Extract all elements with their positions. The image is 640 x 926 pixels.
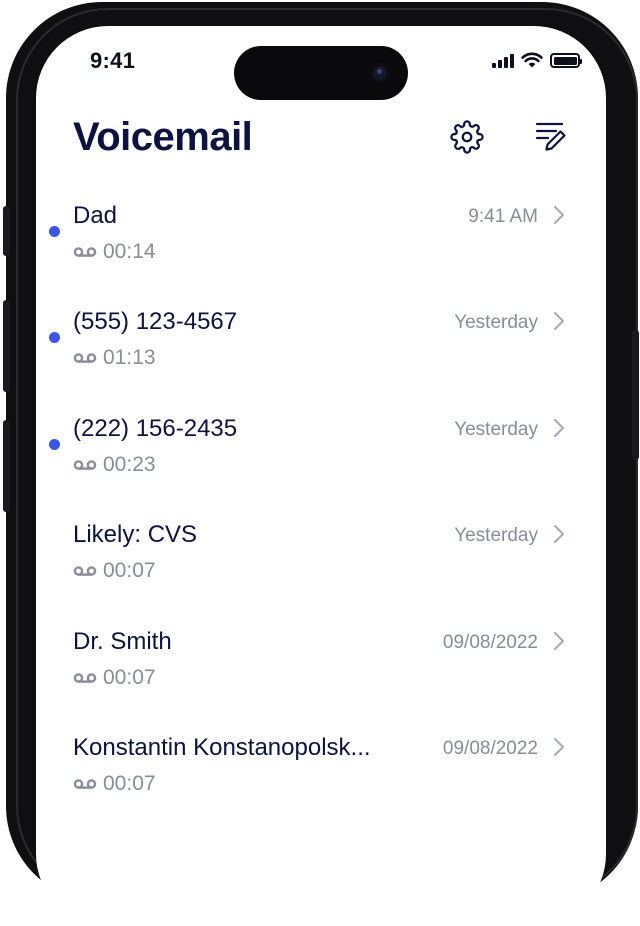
voicemail-duration: 00:07 — [103, 665, 156, 689]
caller-name: Likely: CVS — [73, 521, 198, 549]
voicemail-duration: 00:14 — [103, 240, 156, 263]
voicemail-row[interactable]: Likely: CVS 00:07 Yesterday — [36, 513, 606, 619]
power-button — [632, 330, 639, 460]
voicemail-icon — [73, 672, 97, 683]
voicemail-row[interactable]: Konstantin Konstanopolsk... 00:07 09/08/20… — [36, 726, 606, 832]
gear-icon — [450, 120, 484, 154]
voicemail-date: Yesterday — [454, 312, 538, 334]
voicemail-icon — [73, 247, 97, 257]
voicemail-date: 09/08/2022 — [442, 737, 538, 759]
chevron-right-icon — [554, 312, 564, 331]
chevron-right-icon — [554, 418, 564, 437]
mute-switch — [3, 206, 10, 256]
voicemail-duration: 01:13 — [103, 346, 156, 370]
dynamic-island — [234, 46, 408, 100]
voicemail-meta: 00:14 — [73, 240, 156, 264]
compose-button[interactable] — [534, 120, 568, 154]
voicemail-icon — [73, 459, 97, 470]
voicemail-list: Dad 00:14 9:41 AM (555) 123-4567 01:13 Yester… — [36, 194, 606, 832]
camera-icon — [370, 63, 390, 83]
settings-button[interactable] — [450, 120, 484, 154]
voicemail-date: Yesterday — [454, 525, 538, 547]
caller-name: Dr. Smith — [73, 627, 172, 655]
chevron-right-icon — [554, 206, 564, 224]
voicemail-row[interactable]: Dr. Smith 00:07 09/08/2022 — [36, 620, 606, 726]
voicemail-meta: 00:07 — [73, 559, 156, 583]
voicemail-meta: 00:23 — [73, 453, 156, 477]
caller-name: Konstantin Konstanopolsk... — [73, 733, 371, 761]
cellular-signal-icon — [492, 53, 514, 68]
voicemail-date: 9:41 AM — [468, 206, 538, 227]
voicemail-row[interactable]: (222) 156-2435 00:23 Yesterday — [36, 407, 606, 513]
battery-icon — [550, 53, 582, 68]
volume-down-button — [3, 420, 10, 512]
wifi-icon — [521, 52, 543, 68]
caller-name: (555) 123-4567 — [73, 308, 238, 336]
phone-screen: 9:41 Voicemail Dad 00:14 9:41 AM (555) 123-… — [36, 26, 606, 926]
page-title: Voicemail — [73, 115, 253, 159]
chevron-right-icon — [554, 737, 564, 756]
voicemail-duration: 00:23 — [103, 452, 156, 476]
voicemail-meta: 01:13 — [73, 346, 156, 370]
voicemail-meta: 00:07 — [73, 666, 156, 690]
chevron-right-icon — [554, 631, 564, 650]
status-icons — [492, 52, 582, 68]
unread-indicator — [49, 438, 60, 450]
volume-up-button — [3, 300, 10, 392]
unread-indicator — [49, 226, 60, 237]
voicemail-date: Yesterday — [454, 418, 538, 440]
unread-indicator — [49, 332, 60, 344]
voicemail-icon — [73, 353, 97, 364]
voicemail-duration: 00:07 — [103, 559, 156, 583]
compose-icon — [535, 122, 566, 151]
caller-name: (222) 156-2435 — [73, 414, 238, 442]
voicemail-row[interactable]: Dad 00:14 9:41 AM — [36, 194, 606, 300]
chevron-right-icon — [554, 525, 564, 544]
caller-name: Dad — [73, 202, 118, 229]
voicemail-date: 09/08/2022 — [442, 631, 538, 653]
status-time: 9:41 — [90, 48, 136, 73]
voicemail-row[interactable]: (555) 123-4567 01:13 Yesterday — [36, 300, 606, 406]
voicemail-icon — [73, 566, 97, 576]
